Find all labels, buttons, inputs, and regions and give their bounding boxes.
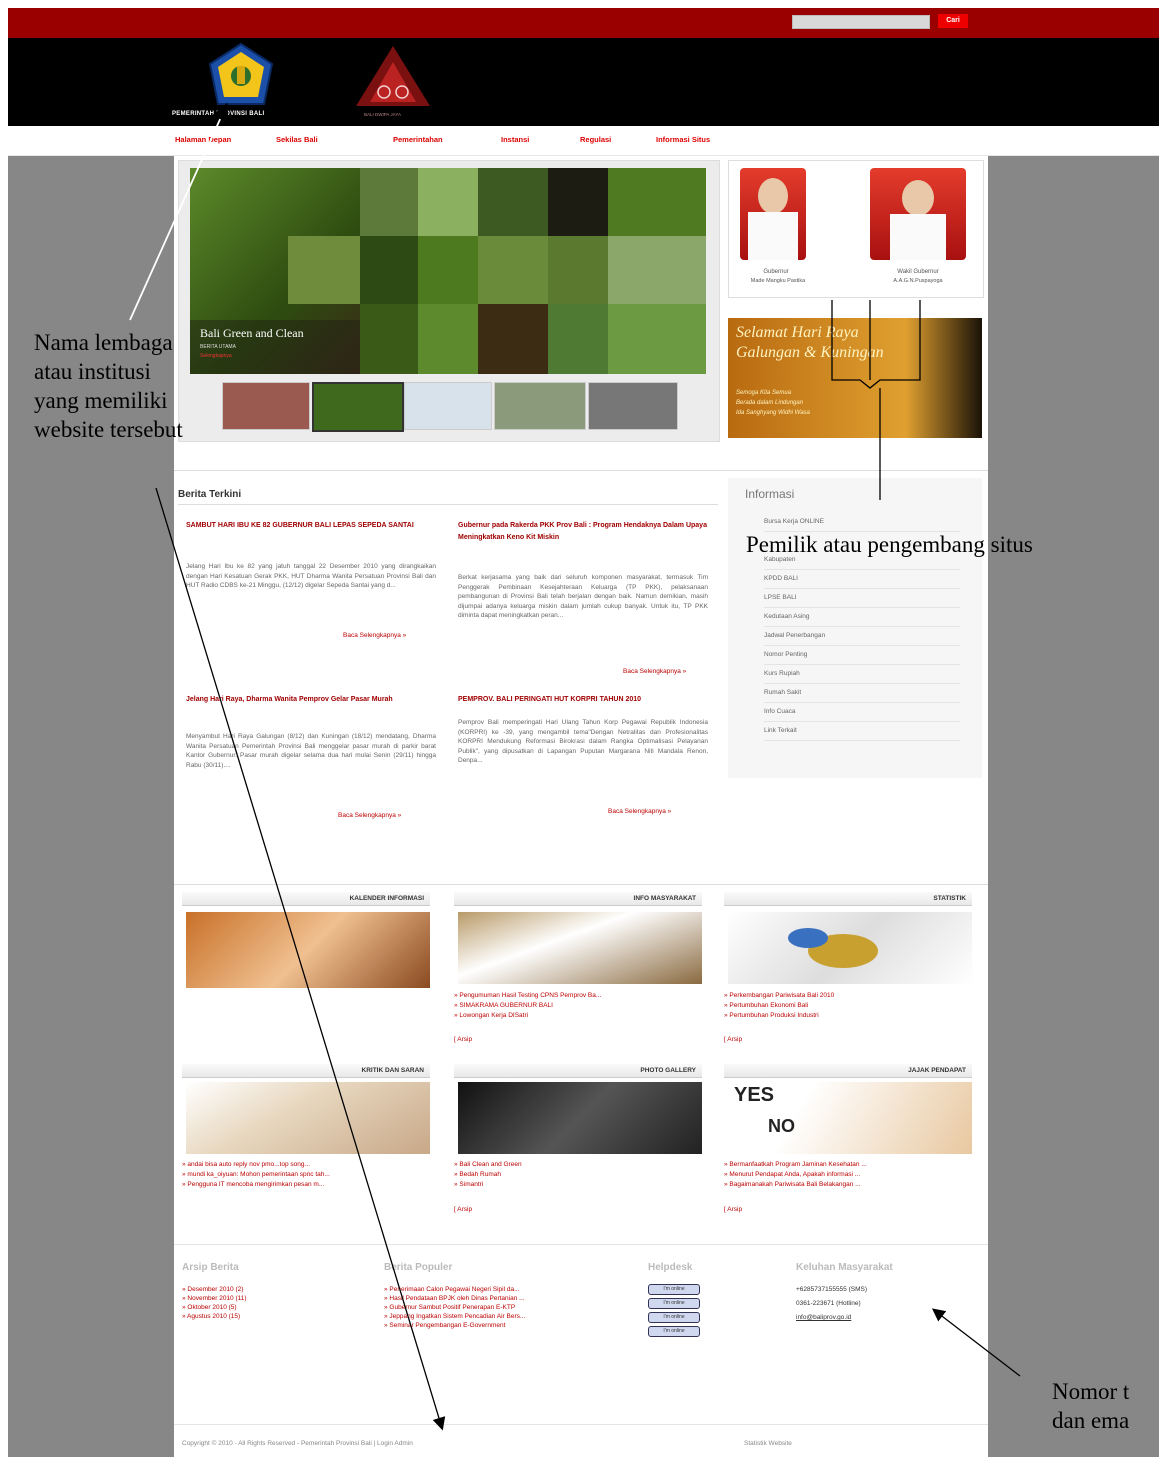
annotation-line: dan ema bbox=[1052, 1408, 1130, 1433]
annotation-line: atau institusi bbox=[34, 359, 151, 384]
annotation-arrows bbox=[129, 102, 1021, 1431]
annotation-line: Nama lembaga bbox=[34, 330, 173, 355]
annotation-owner: Pemilik atau pengembang situs bbox=[746, 532, 1033, 557]
annotation-institution: Nama lembaga atau institusi yang memilik… bbox=[34, 328, 183, 444]
annotation-line: Nomor t bbox=[1052, 1379, 1130, 1404]
annotation-line: website tersebut bbox=[34, 417, 183, 442]
annotation-contact: Nomor t dan ema bbox=[1052, 1377, 1129, 1435]
annotation-line: yang memiliki bbox=[34, 388, 168, 413]
